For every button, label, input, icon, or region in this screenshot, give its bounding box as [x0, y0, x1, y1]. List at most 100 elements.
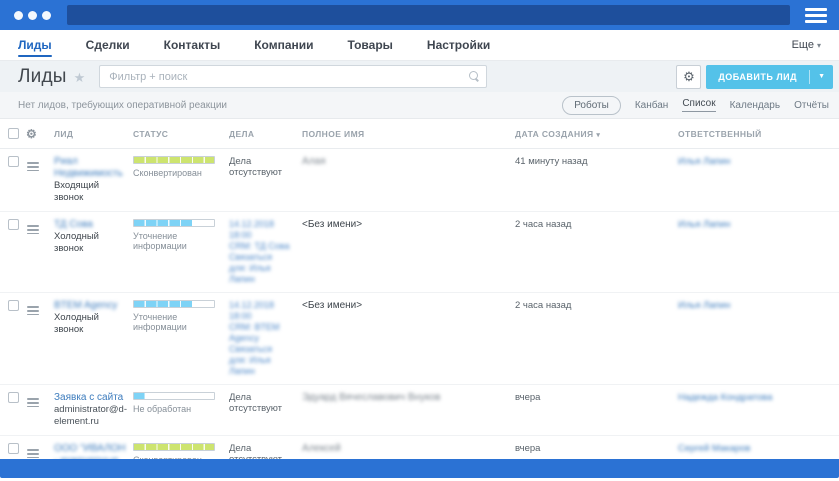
add-lead-button[interactable]: ДОБАВИТЬ ЛИД ▼: [706, 64, 833, 89]
table-row: ООО "ИВАЛОН - инженерные системы"adminis…: [0, 435, 839, 460]
row-menu-cell: [26, 292, 54, 385]
view-tab-kanban[interactable]: Канбан: [635, 100, 669, 111]
row-checkbox[interactable]: [8, 156, 19, 167]
global-search-bar[interactable]: [67, 5, 790, 25]
activity-cell: Дела отсутствуют: [229, 435, 302, 460]
responsible-link[interactable]: Илья Лапин: [678, 219, 730, 230]
created-cell: вчера: [515, 435, 678, 460]
activity-link-line[interactable]: 14.12.2018 18:00: [229, 300, 296, 322]
nav-tab-products[interactable]: Товары: [348, 30, 393, 60]
activity-link-line[interactable]: Связаться: [229, 344, 296, 355]
full-name: Алая: [302, 156, 326, 167]
filter-search-box[interactable]: [99, 65, 488, 88]
row-menu-icon[interactable]: [26, 397, 40, 408]
lead-name-link[interactable]: ООО "ИВАЛОН - инженерные системы": [54, 443, 127, 460]
full-name: Эдуард Вячеславович Внуков: [302, 392, 441, 403]
column-header-fullname[interactable]: ПОЛНОЕ ИМЯ: [302, 119, 515, 149]
row-checkbox[interactable]: [8, 443, 19, 454]
row-menu-cell: [26, 384, 54, 436]
status-label: Уточнение информации: [133, 312, 187, 332]
row-menu-icon[interactable]: [26, 305, 40, 316]
activity-link-line[interactable]: CRM: BTEM: [229, 322, 296, 333]
row-checkbox-cell: [0, 435, 26, 460]
app-menu-dots-icon[interactable]: [14, 10, 51, 20]
responsible-link[interactable]: Надежда Кондратова: [678, 392, 772, 403]
row-checkbox[interactable]: [8, 219, 19, 230]
status-progress-bar: [133, 443, 215, 451]
column-header-status[interactable]: СТАТУС: [133, 119, 229, 149]
view-tab-robots[interactable]: Роботы: [562, 95, 621, 115]
add-lead-dropdown-icon[interactable]: ▼: [810, 73, 833, 80]
column-header-responsible[interactable]: ОТВЕТСТВЕННЫЙ: [678, 119, 839, 149]
activity-cell: 14.12.2018 18:00 CRM: ТД Сова Связаться для…: [229, 211, 302, 293]
status-progress-bar: [133, 300, 215, 308]
responsible-link[interactable]: Сергей Макаров: [678, 443, 750, 454]
responsible-cell: Сергей Макаров: [678, 435, 839, 460]
table-row: BTEM Agency Холодный звонок Уточнение инфо…: [0, 292, 839, 385]
column-header-created[interactable]: ДАТА СОЗДАНИЯ ▾: [515, 119, 678, 149]
created-date: 2 часа назад: [515, 300, 572, 311]
favorite-star-icon[interactable]: ★: [74, 70, 86, 86]
select-all-checkbox[interactable]: [8, 127, 19, 139]
responsible-cell: Илья Лапин: [678, 292, 839, 385]
filter-search-input[interactable]: [100, 66, 487, 87]
columns-gear-icon[interactable]: ⚙: [26, 127, 37, 141]
activity-link-line[interactable]: Связаться: [229, 252, 296, 263]
row-menu-cell: [26, 148, 54, 212]
hamburger-menu-icon[interactable]: [805, 7, 827, 23]
fullname-cell: Алексей: [302, 435, 515, 460]
nav-tab-leads[interactable]: Лиды: [18, 30, 52, 60]
table-row: Риал Недвижимость Входящий звонок Сконверт…: [0, 148, 839, 212]
crm-window: Лиды Сделки Контакты Компании Товары Нас…: [0, 0, 839, 481]
activity-link-line[interactable]: 14.12.2018 18:00: [229, 219, 296, 241]
row-menu-icon[interactable]: [26, 448, 40, 459]
settings-gear-button[interactable]: ⚙: [676, 64, 702, 89]
fullname-cell: <Без имени>: [302, 292, 515, 385]
lead-subline: Холодный звонок: [54, 312, 99, 335]
lead-name-link[interactable]: Риал Недвижимость: [54, 156, 127, 180]
column-header-lead[interactable]: ЛИД: [54, 119, 133, 149]
nav-tab-deals[interactable]: Сделки: [86, 30, 130, 60]
activity-link-line[interactable]: Agency: [229, 333, 296, 344]
leads-table-container: ⚙ ЛИД СТАТУС ДЕЛА ПОЛНОЕ ИМЯ ДАТА СОЗДАН…: [0, 119, 839, 460]
footer-bar: [0, 459, 839, 478]
row-menu-icon[interactable]: [26, 224, 40, 235]
view-tab-list[interactable]: Список: [682, 98, 716, 112]
nav-tab-contacts[interactable]: Контакты: [164, 30, 221, 60]
activity-link-line[interactable]: CRM: ТД Сова: [229, 241, 296, 252]
activity-cell: Дела отсутствуют: [229, 384, 302, 436]
created-cell: 2 часа назад: [515, 211, 678, 293]
lead-name-link[interactable]: ТД Сова: [54, 219, 93, 231]
table-row: ТД Сова Холодный звонок Уточнение информац…: [0, 211, 839, 293]
status-label: Уточнение информации: [133, 231, 187, 251]
row-menu-icon[interactable]: [26, 161, 40, 172]
lead-name-link[interactable]: Заявка с сайта: [54, 392, 123, 404]
lead-cell: Заявка с сайта administrator@d-element.ru: [54, 384, 133, 436]
status-progress-bar: [133, 219, 215, 227]
lead-name-link[interactable]: BTEM Agency: [54, 300, 117, 312]
column-header-activity[interactable]: ДЕЛА: [229, 119, 302, 149]
created-cell: вчера: [515, 384, 678, 436]
nav-tab-settings[interactable]: Настройки: [427, 30, 490, 60]
status-cell: Уточнение информации: [133, 211, 229, 293]
status-progress-fill: [134, 220, 192, 226]
view-tab-reports[interactable]: Отчёты: [794, 100, 829, 111]
nav-tab-companies[interactable]: Компании: [254, 30, 313, 60]
responsible-link[interactable]: Илья Лапин: [678, 300, 730, 311]
row-menu-cell: [26, 435, 54, 460]
activity-link-line[interactable]: для: Илья Лапин: [229, 263, 296, 285]
activity-none-label: Дела отсутствуют: [229, 392, 283, 414]
responsible-link[interactable]: Илья Лапин: [678, 156, 730, 167]
lead-subline: Входящий звонок: [54, 180, 100, 203]
add-lead-label: ДОБАВИТЬ ЛИД: [718, 71, 798, 82]
row-checkbox-cell: [0, 148, 26, 212]
row-checkbox[interactable]: [8, 392, 19, 403]
status-progress-fill: [134, 393, 146, 399]
fullname-cell: <Без имени>: [302, 211, 515, 293]
row-checkbox[interactable]: [8, 300, 19, 311]
nav-more-menu[interactable]: Еще ▾: [792, 30, 821, 60]
activity-link-line[interactable]: для: Илья Лапин: [229, 355, 296, 377]
view-tab-calendar[interactable]: Календарь: [730, 100, 780, 111]
lead-cell: BTEM Agency Холодный звонок: [54, 292, 133, 385]
counter-notice: Нет лидов, требующих оперативной реакции: [18, 99, 228, 111]
